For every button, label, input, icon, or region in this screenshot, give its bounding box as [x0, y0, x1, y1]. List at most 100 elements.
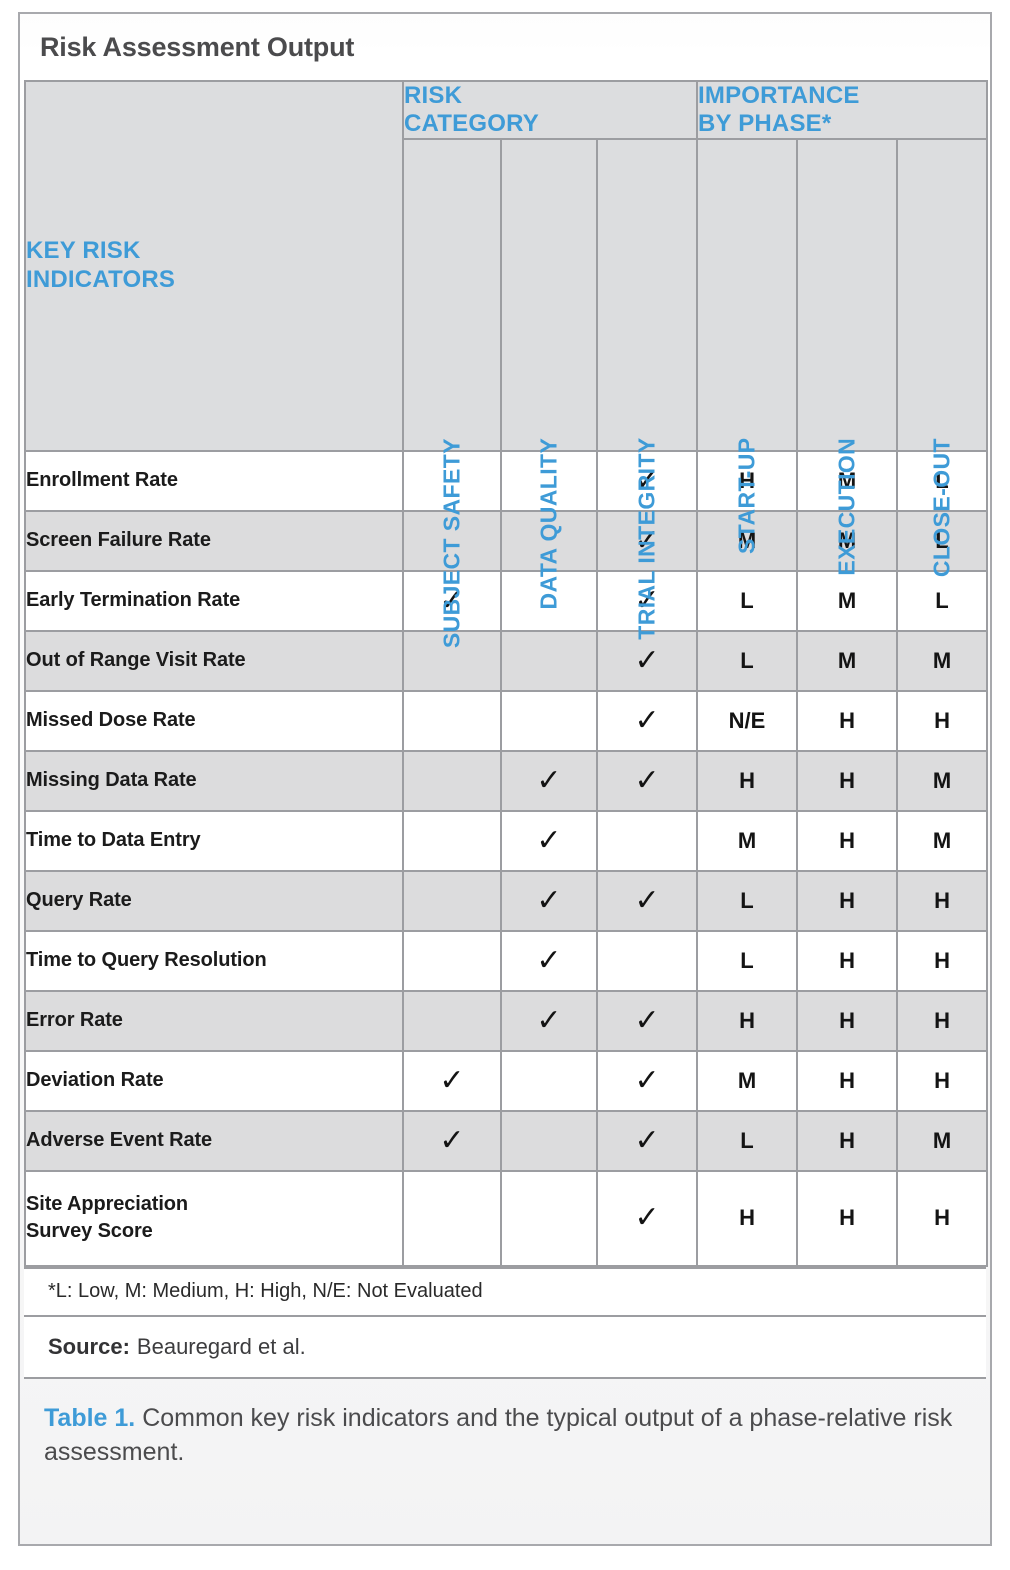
table-row: Early Termination Rate ✓ ✓ L M L — [24, 569, 989, 632]
cell-grade-close-out: M — [896, 809, 989, 872]
source-label: Source: — [48, 1333, 130, 1359]
row-label-enrollment-rate: Enrollment Rate — [24, 449, 404, 512]
cell-grade-start-up: M — [696, 809, 799, 872]
cell-check-subject-safety — [402, 809, 502, 872]
cell-grade-start-up: L — [696, 629, 799, 692]
table-row: Time to Data Entry ✓ M H M — [24, 809, 989, 872]
table-row: Missing Data Rate ✓ ✓ H H M — [24, 749, 989, 812]
header-start-up-label: START-UP — [733, 437, 760, 555]
header-col-execution: EXECUTION — [796, 137, 899, 575]
source-row: Source: Beauregard et al. — [24, 1316, 986, 1379]
header-risk-category-line2: CATEGORY — [404, 109, 539, 137]
cell-check-trial-integrity — [595, 929, 699, 992]
risk-table-container: KEY RISK INDICATORS RISK CATEGORY IMPORTA… — [20, 80, 990, 1267]
cell-grade-start-up: L — [696, 569, 799, 632]
cell-check-subject-safety — [402, 1169, 502, 1267]
row-label-adverse-event-rate: Adverse Event Rate — [24, 1109, 404, 1172]
cell-check-data-quality: ✓ — [500, 749, 598, 812]
cell-grade-execution: H — [796, 1049, 899, 1112]
row-label-time-to-data-entry: Time to Data Entry — [24, 809, 404, 872]
cell-grade-start-up: H — [696, 1169, 799, 1267]
cell-grade-execution: H — [796, 809, 899, 872]
caption-text: Common key risk indicators and the typic… — [44, 1403, 953, 1467]
table-row: Site Appreciation Survey Score ✓ H H H — [24, 1169, 989, 1267]
cell-grade-close-out: H — [896, 869, 989, 932]
cell-grade-close-out: H — [896, 1169, 989, 1267]
header-col-data-quality: DATA QUALITY — [500, 137, 598, 609]
table-row: Missed Dose Rate ✓ N/E H H — [24, 689, 989, 752]
cell-check-trial-integrity: ✓ — [595, 1049, 699, 1112]
cell-grade-start-up: L — [696, 1109, 799, 1172]
cell-check-data-quality: ✓ — [500, 929, 598, 992]
header-col-start-up: START-UP — [696, 137, 799, 554]
header-col-subject-safety: SUBJECT SAFETY — [402, 137, 502, 648]
cell-check-trial-integrity: ✓ — [595, 869, 699, 932]
group-header-row: KEY RISK INDICATORS RISK CATEGORY IMPORTA… — [24, 80, 989, 452]
legend-footnote: *L: Low, M: Medium, H: High, N/E: Not Ev… — [24, 1266, 986, 1317]
cell-check-subject-safety — [402, 869, 502, 932]
table-row: Out of Range Visit Rate ✓ L M M — [24, 629, 989, 692]
header-data-quality-label: DATA QUALITY — [535, 437, 562, 610]
cell-grade-execution: M — [796, 629, 899, 692]
cell-check-trial-integrity: ✓ — [595, 989, 699, 1052]
cell-check-data-quality — [500, 1109, 598, 1172]
cell-check-subject-safety — [402, 689, 502, 752]
header-group-risk-category: RISK CATEGORY — [401, 80, 699, 140]
cell-grade-close-out: M — [896, 749, 989, 812]
header-trial-integrity-label: TRIAL INTEGRITY — [633, 437, 660, 641]
table-row: Query Rate ✓ ✓ L H H — [24, 869, 989, 932]
row-label-missed-dose-rate: Missed Dose Rate — [24, 689, 404, 752]
cell-grade-start-up: M — [696, 1049, 799, 1112]
row-label-early-termination-rate: Early Termination Rate — [24, 569, 404, 632]
cell-grade-close-out: H — [896, 1049, 989, 1112]
cell-grade-execution: H — [796, 869, 899, 932]
caption-number: Table 1. — [44, 1403, 136, 1432]
header-subject-safety-label: SUBJECT SAFETY — [438, 437, 465, 648]
cell-check-data-quality: ✓ — [500, 869, 598, 932]
table-row: Adverse Event Rate ✓ ✓ L H M — [24, 1109, 989, 1172]
header-risk-category-line1: RISK — [404, 82, 463, 109]
cell-check-trial-integrity: ✓ — [595, 749, 699, 812]
cell-grade-execution: H — [796, 929, 899, 992]
cell-grade-execution: H — [796, 749, 899, 812]
cell-check-subject-safety: ✓ — [402, 1109, 502, 1172]
row-label-error-rate: Error Rate — [24, 989, 404, 1052]
cell-grade-close-out: M — [896, 629, 989, 692]
cell-grade-start-up: L — [696, 869, 799, 932]
table-head: KEY RISK INDICATORS RISK CATEGORY IMPORTA… — [24, 80, 989, 648]
cell-check-data-quality — [500, 689, 598, 752]
cell-grade-close-out: H — [896, 989, 989, 1052]
risk-assessment-panel: Risk Assessment Output KEY RISK INDICATOR… — [18, 12, 992, 1546]
cell-check-trial-integrity: ✓ — [595, 689, 699, 752]
cell-check-data-quality — [500, 1049, 598, 1112]
row-label-site-appreciation: Site Appreciation Survey Score — [24, 1169, 404, 1267]
cell-grade-close-out: M — [896, 1109, 989, 1172]
cell-check-data-quality: ✓ — [500, 809, 598, 872]
cell-grade-close-out: H — [896, 929, 989, 992]
row-label-missing-data-rate: Missing Data Rate — [24, 749, 404, 812]
table-row: Error Rate ✓ ✓ H H H — [24, 989, 989, 1052]
row-label-query-rate: Query Rate — [24, 869, 404, 932]
row-label-screen-failure-rate: Screen Failure Rate — [24, 509, 404, 572]
cell-check-subject-safety — [402, 989, 502, 1052]
header-importance-line1: IMPORTANCE — [698, 82, 860, 109]
header-close-out-label: CLOSE-OUT — [928, 437, 955, 577]
cell-check-trial-integrity: ✓ — [595, 1109, 699, 1172]
table-caption: Table 1. Common key risk indicators and … — [20, 1379, 990, 1544]
table-row: Deviation Rate ✓ ✓ M H H — [24, 1049, 989, 1112]
header-group-importance-by-phase: IMPORTANCE BY PHASE* — [696, 80, 989, 140]
cell-check-subject-safety — [402, 929, 502, 992]
cell-check-data-quality — [500, 1169, 598, 1267]
cell-check-subject-safety — [402, 749, 502, 812]
header-col-trial-integrity: TRIAL INTEGRITY — [595, 137, 699, 640]
cell-grade-start-up: N/E — [696, 689, 799, 752]
cell-grade-execution: H — [796, 1109, 899, 1172]
cell-grade-execution: H — [796, 689, 899, 752]
panel-titlebar: Risk Assessment Output — [20, 14, 990, 80]
cell-grade-start-up: H — [696, 989, 799, 1052]
row-label-out-of-range-visit-rate: Out of Range Visit Rate — [24, 629, 404, 692]
row-label-time-to-query-resolution: Time to Query Resolution — [24, 929, 404, 992]
header-execution-label: EXECUTION — [833, 437, 860, 576]
legend-footnote-text: *L: Low, M: Medium, H: High, N/E: Not Ev… — [48, 1280, 483, 1303]
cell-grade-execution: M — [796, 569, 899, 632]
